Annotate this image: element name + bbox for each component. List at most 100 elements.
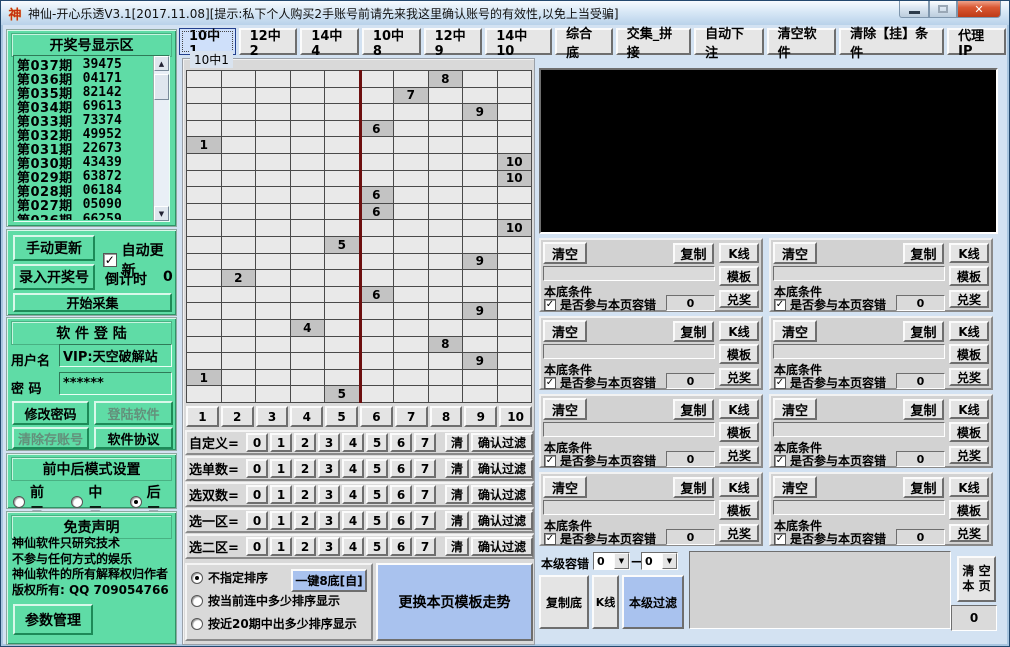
digit-button-2[interactable]: 2 — [294, 511, 316, 530]
digit-button-1[interactable]: 1 — [270, 511, 292, 530]
kline-button[interactable]: K线 — [719, 321, 759, 341]
column-button-5[interactable]: 5 — [325, 406, 358, 427]
quick-8base-button[interactable]: 一键8底[自] — [291, 569, 367, 592]
clear-page-button[interactable]: 清 空 本 页 — [957, 556, 996, 602]
digit-button-5[interactable]: 5 — [366, 459, 388, 478]
template-button[interactable]: 模板 — [719, 500, 759, 520]
copy-button[interactable]: 复制 — [673, 321, 714, 342]
copy-button[interactable]: 复制 — [903, 477, 944, 498]
column-button-7[interactable]: 7 — [395, 406, 428, 427]
copy-button[interactable]: 复制 — [903, 399, 944, 420]
digit-button-7[interactable]: 7 — [414, 511, 436, 530]
tab-14中10[interactable]: 14中10 — [485, 28, 552, 55]
change-template-button[interactable]: 更换本页模板走势 — [376, 563, 533, 641]
tab-清除【挂】条件[interactable]: 清除【挂】条件 — [839, 28, 944, 55]
scroll-track[interactable] — [154, 100, 169, 206]
digit-button-2[interactable]: 2 — [294, 433, 316, 452]
redeem-button[interactable]: 兑奖 — [719, 290, 759, 308]
participate-checkbox[interactable]: ✓是否参与本页容错 — [544, 296, 656, 313]
kline-button[interactable]: K线 — [592, 575, 619, 629]
level-filter-button[interactable]: 本级过滤 — [622, 575, 684, 629]
digit-button-1[interactable]: 1 — [270, 537, 292, 556]
digit-button-6[interactable]: 6 — [390, 459, 412, 478]
digit-button-1[interactable]: 1 — [270, 433, 292, 452]
digit-button-4[interactable]: 4 — [342, 433, 364, 452]
digit-button-7[interactable]: 7 — [414, 459, 436, 478]
clear-button[interactable]: 清空 — [543, 242, 587, 264]
redeem-button[interactable]: 兑奖 — [949, 446, 989, 464]
template-button[interactable]: 模板 — [719, 266, 759, 286]
participate-checkbox[interactable]: ✓是否参与本页容错 — [774, 296, 886, 313]
digit-button-4[interactable]: 4 — [342, 537, 364, 556]
column-button-3[interactable]: 3 — [256, 406, 289, 427]
digit-button-6[interactable]: 6 — [390, 511, 412, 530]
condition-field[interactable] — [773, 266, 945, 281]
clear-button[interactable]: 清空 — [773, 242, 817, 264]
redeem-button[interactable]: 兑奖 — [949, 524, 989, 542]
tolerance-value[interactable]: 0 — [896, 373, 945, 389]
column-button-8[interactable]: 8 — [430, 406, 463, 427]
kline-button[interactable]: K线 — [949, 243, 989, 263]
digit-button-5[interactable]: 5 — [366, 537, 388, 556]
confirm-filter-button[interactable]: 确认过滤 — [471, 537, 533, 556]
dropdown-arrow-icon[interactable]: ▼ — [614, 553, 629, 569]
tab-综合底[interactable]: 综合底 — [555, 28, 613, 55]
tolerance-value[interactable]: 0 — [896, 295, 945, 311]
enter-draw-button[interactable]: 录入开奖号 — [13, 264, 95, 290]
clear-button[interactable]: 清空 — [543, 398, 587, 420]
close-button[interactable]: ✕ — [957, 1, 1001, 18]
title-bar[interactable]: 神 神仙-开心乐透V3.1[2017.11.08][提示:私下个人购买2手账号前… — [1, 1, 1009, 25]
digit-button-0[interactable]: 0 — [246, 485, 268, 504]
copy-button[interactable]: 复制 — [673, 477, 714, 498]
clear-button[interactable]: 清空 — [773, 320, 817, 342]
participate-checkbox[interactable]: ✓是否参与本页容错 — [774, 374, 886, 391]
clear-button[interactable]: 清空 — [543, 320, 587, 342]
confirm-filter-button[interactable]: 确认过滤 — [471, 433, 533, 452]
digit-button-3[interactable]: 3 — [318, 459, 340, 478]
column-button-9[interactable]: 9 — [464, 406, 497, 427]
digit-button-3[interactable]: 3 — [318, 433, 340, 452]
clear-button[interactable]: 清 — [445, 459, 469, 478]
digit-button-2[interactable]: 2 — [294, 485, 316, 504]
tab-12中9[interactable]: 12中9 — [424, 28, 483, 55]
template-button[interactable]: 模板 — [719, 422, 759, 442]
clear-button[interactable]: 清 — [445, 485, 469, 504]
tolerance-value[interactable]: 0 — [896, 451, 945, 467]
redeem-button[interactable]: 兑奖 — [719, 524, 759, 542]
tab-14中4[interactable]: 14中4 — [300, 28, 359, 55]
digit-button-7[interactable]: 7 — [414, 485, 436, 504]
tolerance-value[interactable]: 0 — [896, 529, 945, 545]
digit-button-3[interactable]: 3 — [318, 485, 340, 504]
template-button[interactable]: 模板 — [719, 344, 759, 364]
digit-button-0[interactable]: 0 — [246, 459, 268, 478]
condition-field[interactable] — [543, 422, 715, 437]
participate-checkbox[interactable]: ✓是否参与本页容错 — [544, 530, 656, 547]
digit-button-0[interactable]: 0 — [246, 433, 268, 452]
participate-checkbox[interactable]: ✓是否参与本页容错 — [544, 374, 656, 391]
tolerance-to-select[interactable]: 0 ▼ — [641, 552, 678, 570]
scroll-up-icon[interactable]: ▲ — [154, 56, 169, 71]
kline-button[interactable]: K线 — [949, 399, 989, 419]
digit-button-7[interactable]: 7 — [414, 537, 436, 556]
confirm-filter-button[interactable]: 确认过滤 — [471, 459, 533, 478]
digit-button-2[interactable]: 2 — [294, 537, 316, 556]
maximize-button[interactable] — [929, 1, 957, 18]
template-button[interactable]: 模板 — [949, 344, 989, 364]
redeem-button[interactable]: 兑奖 — [949, 368, 989, 386]
digit-button-7[interactable]: 7 — [414, 433, 436, 452]
username-field[interactable] — [59, 344, 172, 367]
clear-button[interactable]: 清空 — [773, 476, 817, 498]
digit-button-6[interactable]: 6 — [390, 485, 412, 504]
clear-button[interactable]: 清 — [445, 537, 469, 556]
manual-update-button[interactable]: 手动更新 — [13, 235, 95, 261]
column-button-6[interactable]: 6 — [360, 406, 393, 427]
confirm-filter-button[interactable]: 确认过滤 — [471, 485, 533, 504]
login-button[interactable]: 登陆软件 — [94, 401, 173, 425]
tolerance-value[interactable]: 0 — [666, 295, 715, 311]
copy-button[interactable]: 复制 — [673, 243, 714, 264]
tolerance-from-select[interactable]: 0 ▼ — [593, 552, 630, 570]
template-button[interactable]: 模板 — [949, 266, 989, 286]
clear-button[interactable]: 清 — [445, 511, 469, 530]
column-button-10[interactable]: 10 — [499, 406, 532, 427]
copy-button[interactable]: 复制 — [673, 399, 714, 420]
